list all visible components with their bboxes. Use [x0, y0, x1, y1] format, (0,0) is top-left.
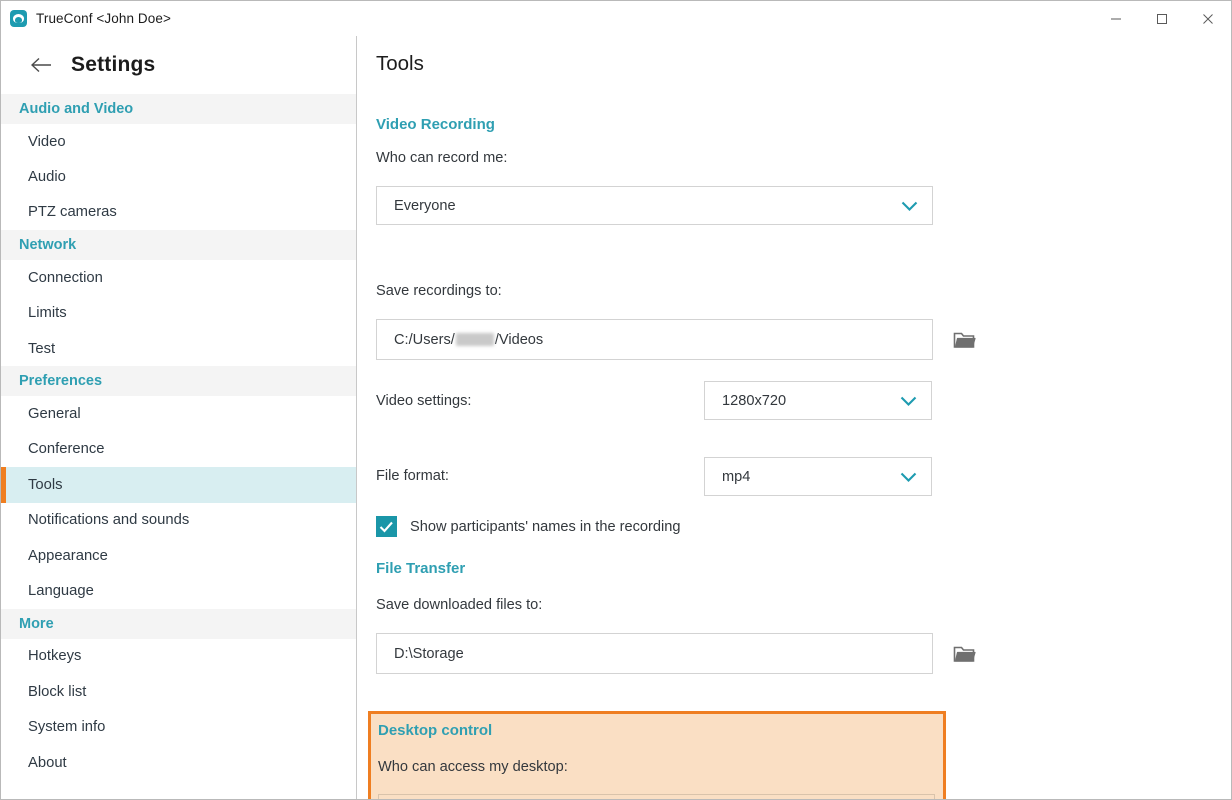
sidebar-item-notifications-and-sounds[interactable]: Notifications and sounds	[1, 502, 356, 538]
browse-downloads-folder-icon[interactable]	[951, 642, 979, 666]
desktop-control-highlight-box: Desktop control Who can access my deskto…	[368, 711, 946, 799]
sidebar-item-label: Audio	[28, 169, 66, 186]
who-can-access-desktop-dropdown[interactable]: Ask me each time	[378, 794, 935, 799]
page-title: Tools	[376, 52, 424, 75]
show-participant-names-checkbox[interactable]	[376, 516, 397, 537]
sidebar-item-label: Limits	[28, 305, 67, 322]
section-file-transfer-title: File Transfer	[376, 560, 466, 577]
file-format-value: mp4	[722, 468, 751, 485]
section-video-recording-title: Video Recording	[376, 116, 495, 133]
nav-group-more: More	[1, 608, 356, 639]
window-title: TrueConf <John Doe>	[36, 11, 171, 26]
section-desktop-control-title: Desktop control	[378, 722, 493, 739]
trueconf-logo-icon	[10, 10, 27, 27]
settings-header: Settings	[1, 36, 356, 94]
save-recordings-path-input[interactable]: C:/Users/ /Videos	[376, 319, 933, 360]
sidebar-item-block-list[interactable]: Block list	[1, 674, 356, 710]
save-downloads-value: D:\Storage	[394, 645, 464, 662]
path-prefix: C:/Users/	[394, 331, 455, 348]
show-participant-names-checkbox-row[interactable]: Show participants' names in the recordin…	[376, 516, 680, 537]
chevron-down-icon	[901, 200, 918, 211]
sidebar-item-label: Tools	[28, 476, 63, 493]
save-recordings-label: Save recordings to:	[376, 283, 502, 299]
tools-content: Video Recording Who can record me: Every…	[358, 96, 1231, 799]
browse-recordings-folder-icon[interactable]	[951, 328, 979, 352]
who-can-access-desktop-label: Who can access my desktop:	[378, 759, 568, 775]
trueconf-settings-window: TrueConf <John Doe> Settings Audio and V…	[0, 0, 1232, 800]
sidebar-item-label: Test	[28, 340, 56, 357]
chevron-down-icon	[900, 395, 917, 406]
nav-group-audio-and-video: Audio and Video	[1, 94, 356, 124]
who-can-record-dropdown[interactable]: Everyone	[376, 186, 933, 225]
settings-main-panel: Tools Video Recording Who can record me:…	[358, 36, 1231, 799]
sidebar-item-system-info[interactable]: System info	[1, 709, 356, 745]
sidebar-item-general[interactable]: General	[1, 396, 356, 432]
back-arrow-icon[interactable]	[29, 52, 55, 78]
maximize-icon[interactable]	[1139, 1, 1185, 36]
who-can-record-label: Who can record me:	[376, 150, 508, 166]
file-format-dropdown[interactable]: mp4	[704, 457, 932, 496]
window-body: Settings Audio and Video Video Audio PTZ…	[1, 36, 1231, 799]
show-participant-names-label: Show participants' names in the recordin…	[410, 518, 681, 535]
sidebar-item-label: About	[28, 754, 67, 771]
sidebar-item-label: General	[28, 406, 81, 423]
sidebar-item-label: Notifications and sounds	[28, 512, 190, 529]
sidebar-item-ptz-cameras[interactable]: PTZ cameras	[1, 194, 356, 231]
title-bar: TrueConf <John Doe>	[1, 1, 1231, 36]
sidebar-item-label: Hotkeys	[28, 648, 82, 665]
file-format-label: File format:	[376, 468, 449, 484]
sidebar-item-limits[interactable]: Limits	[1, 295, 356, 331]
sidebar-item-label: Connection	[28, 269, 103, 286]
sidebar-item-about[interactable]: About	[1, 744, 356, 781]
sidebar-item-label: Appearance	[28, 547, 108, 564]
sidebar-item-audio[interactable]: Audio	[1, 159, 356, 195]
sidebar-item-label: Conference	[28, 441, 105, 458]
sidebar-item-language[interactable]: Language	[1, 573, 356, 609]
save-downloads-label: Save downloaded files to:	[376, 597, 543, 613]
path-suffix: /Videos	[494, 331, 544, 348]
sidebar-item-test[interactable]: Test	[1, 330, 356, 367]
save-downloads-path-input[interactable]: D:\Storage	[376, 633, 933, 674]
sidebar-item-label: Video	[28, 133, 66, 150]
sidebar-item-label: PTZ cameras	[28, 204, 117, 221]
video-settings-value: 1280x720	[722, 392, 787, 409]
who-can-record-value: Everyone	[394, 197, 456, 214]
sidebar-item-video[interactable]: Video	[1, 124, 356, 160]
nav-group-network: Network	[1, 230, 356, 261]
sidebar-item-tools[interactable]: Tools	[1, 467, 356, 503]
minimize-icon[interactable]	[1093, 1, 1139, 36]
video-settings-dropdown[interactable]: 1280x720	[704, 381, 932, 420]
redacted-username	[455, 333, 494, 346]
sidebar-item-appearance[interactable]: Appearance	[1, 537, 356, 574]
close-icon[interactable]	[1185, 1, 1231, 36]
chevron-down-icon	[900, 471, 917, 482]
settings-title: Settings	[71, 53, 156, 76]
sidebar-item-label: Block list	[28, 683, 87, 700]
sidebar-item-label: Language	[28, 582, 94, 599]
settings-sidebar: Settings Audio and Video Video Audio PTZ…	[1, 36, 357, 799]
sidebar-item-hotkeys[interactable]: Hotkeys	[1, 638, 356, 675]
window-controls	[1093, 1, 1231, 36]
nav-group-preferences: Preferences	[1, 366, 356, 397]
sidebar-item-connection[interactable]: Connection	[1, 260, 356, 296]
video-settings-label: Video settings:	[376, 393, 472, 409]
sidebar-item-conference[interactable]: Conference	[1, 431, 356, 468]
sidebar-item-label: System info	[28, 719, 106, 736]
